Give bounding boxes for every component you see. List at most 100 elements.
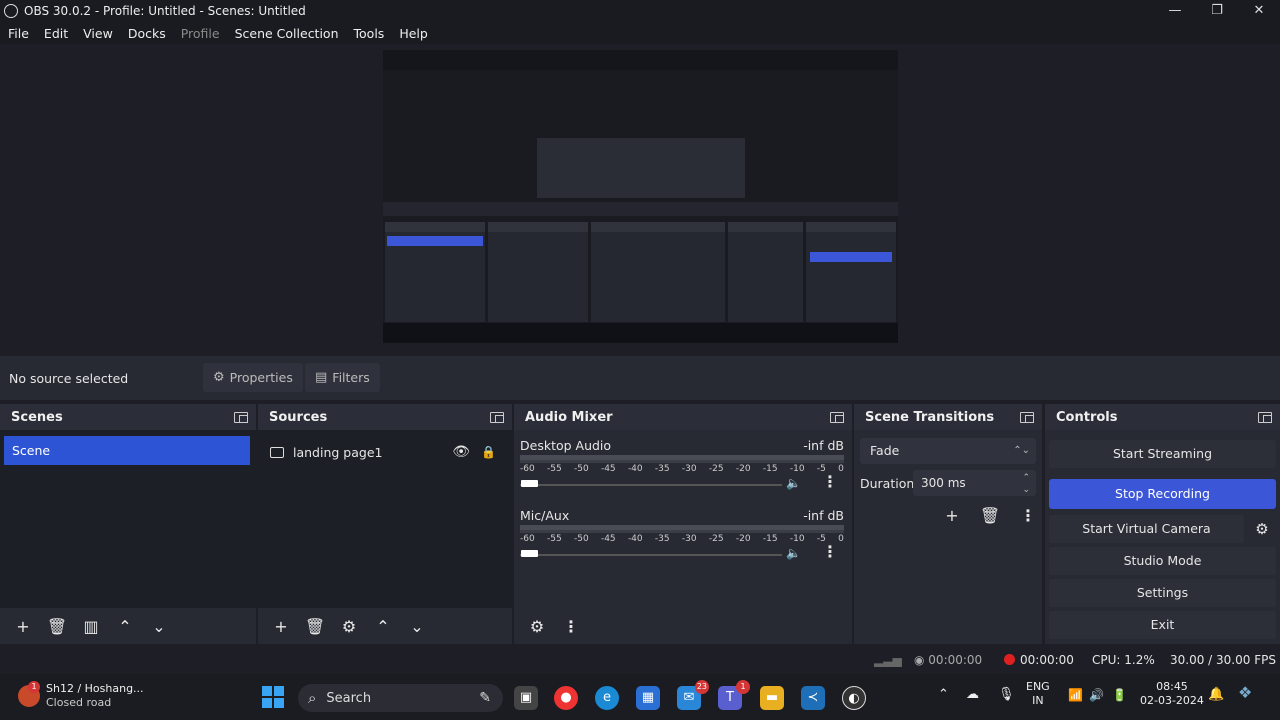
sources-list[interactable]: landing page1 👁 🔒 [258,430,512,608]
channel-menu-icon[interactable]: ⋮ [822,542,838,561]
transition-select[interactable]: Fade ⌃⌄ [860,438,1036,464]
stop-recording-button[interactable]: Stop Recording [1049,479,1276,509]
stream-status: ◉ 00:00:00 [914,653,983,667]
menu-scene-collection[interactable]: Scene Collection [235,26,339,41]
source-item[interactable]: landing page1 👁 🔒 [270,442,500,462]
preview-nested-window [537,138,745,198]
properties-button[interactable]: ⚙ Properties [203,363,303,392]
store-icon[interactable]: ▦ [636,686,660,710]
clock[interactable]: 08:45 02-03-2024 [1140,680,1204,708]
close-button[interactable]: ✕ [1238,0,1280,22]
start-button[interactable] [262,686,284,708]
scene-filters-button[interactable]: ▥ [74,617,108,636]
microphone-icon[interactable]: 🎙 [998,688,1015,702]
search-icon: ⌕ [308,689,317,707]
lock-icon[interactable]: 🔒 [481,445,496,459]
weather-widget[interactable]: 1 Sh12 / Hoshang... Closed road [18,681,144,710]
duration-label: Duration [860,476,915,491]
volume-slider-handle[interactable] [521,550,538,557]
menu-tools[interactable]: Tools [354,26,385,41]
remove-source-button[interactable]: 🗑 [298,617,332,636]
undock-icon[interactable] [490,411,504,423]
transition-menu-icon[interactable]: ⋮ [1009,506,1047,525]
fps-readout: 30.00 / 30.00 FPS [1170,653,1276,667]
preview-area[interactable] [0,44,1280,356]
record-icon [1004,654,1015,665]
add-scene-button[interactable]: + [6,617,40,636]
menu-view[interactable]: View [83,26,113,41]
menu-file[interactable]: File [8,26,29,41]
filters-button[interactable]: ▤ Filters [305,363,380,392]
copilot-icon[interactable]: ❖ [1238,685,1252,701]
start-streaming-button[interactable]: Start Streaming [1049,440,1276,468]
preview-nested-dock [728,222,803,322]
file-explorer-icon[interactable]: ▬ [760,686,784,710]
wifi-icon[interactable]: 📶 [1068,688,1083,702]
traffic-icon: 1 [18,681,40,707]
chrome-icon[interactable]: ● [554,686,578,710]
mixer-title: Audio Mixer [525,409,613,425]
muted-speaker-icon[interactable]: 🔈 [786,546,801,560]
maximize-button[interactable]: ❐ [1196,0,1238,22]
move-down-button[interactable]: ⌄ [400,617,434,636]
preview-canvas[interactable] [383,50,898,343]
taskbar-search[interactable]: ⌕ Search ✎ [298,684,503,712]
menu-docks[interactable]: Docks [128,26,166,41]
undock-icon[interactable] [1020,411,1034,423]
volume-icon[interactable]: 🔊 [1089,688,1104,702]
eye-icon[interactable]: 👁 [452,444,470,460]
channel-menu-icon[interactable]: ⋮ [822,472,838,491]
title-bar: OBS 30.0.2 - Profile: Untitled - Scenes:… [0,0,1280,22]
start-virtual-camera-button[interactable]: Start Virtual Camera [1049,515,1244,543]
scenes-title: Scenes [11,409,63,425]
remove-transition-button[interactable]: 🗑 [971,506,1009,525]
battery-icon[interactable]: 🔋 [1112,688,1127,702]
vscode-icon[interactable]: ≺ [801,686,825,710]
teams-icon[interactable]: T1 [718,680,750,710]
display-capture-icon [270,446,284,458]
muted-speaker-icon[interactable]: 🔈 [786,476,801,490]
settings-button[interactable]: Settings [1049,579,1276,607]
properties-label: Properties [229,370,293,385]
scene-item[interactable]: Scene [4,436,250,465]
volume-slider[interactable] [520,554,782,556]
undock-icon[interactable] [234,411,248,423]
task-view-icon[interactable]: ▣ [514,686,538,710]
volume-slider-handle[interactable] [521,480,538,487]
move-up-button[interactable]: ⌃ [366,617,400,636]
edge-icon[interactable]: e [595,686,619,710]
language-indicator[interactable]: ENG IN [1026,680,1050,708]
add-transition-button[interactable]: + [933,506,971,525]
studio-mode-button[interactable]: Studio Mode [1049,547,1276,575]
preview-nested-dock [806,222,896,322]
remove-scene-button[interactable]: 🗑 [40,617,74,636]
menu-edit[interactable]: Edit [44,26,68,41]
add-source-button[interactable]: + [264,617,298,636]
mail-icon[interactable]: ✉ 23 [677,680,709,710]
controls-dock: Controls Start Streaming Stop Recording … [1045,404,1280,644]
move-down-button[interactable]: ⌄ [142,617,176,636]
preview-nested-dock [385,222,485,322]
menu-profile[interactable]: Profile [181,26,220,41]
onedrive-icon[interactable]: ☁ [966,688,979,702]
obs-taskbar-icon[interactable]: ◐ [842,686,866,710]
spinner-icon[interactable]: ⌃ ⌄ [1022,470,1030,496]
preview-nested-toolbar [383,202,898,216]
chevron-up-icon[interactable]: ⌃ [938,688,949,702]
gear-icon[interactable]: ⚙ [1248,515,1276,543]
advanced-audio-icon[interactable]: ⚙ [520,617,554,636]
undock-icon[interactable] [1258,411,1272,423]
source-properties-button[interactable]: ⚙ [332,617,366,636]
minimize-button[interactable]: — [1154,0,1196,22]
menu-help[interactable]: Help [399,26,428,41]
scenes-list[interactable]: Scene [0,430,256,608]
mixer-menu-icon[interactable]: ⋮ [554,617,588,636]
mixer-channel-desktop: Desktop Audio -inf dB -60 -55 -50 -45 -40 -35… [520,438,844,498]
exit-button[interactable]: Exit [1049,611,1276,639]
move-up-button[interactable]: ⌃ [108,617,142,636]
filters-label: Filters [332,370,370,385]
volume-slider[interactable] [520,484,782,486]
notification-bell-icon[interactable]: 🔔 [1208,688,1224,702]
duration-input[interactable]: 300 ms ⌃ ⌄ [913,470,1036,496]
undock-icon[interactable] [830,411,844,423]
